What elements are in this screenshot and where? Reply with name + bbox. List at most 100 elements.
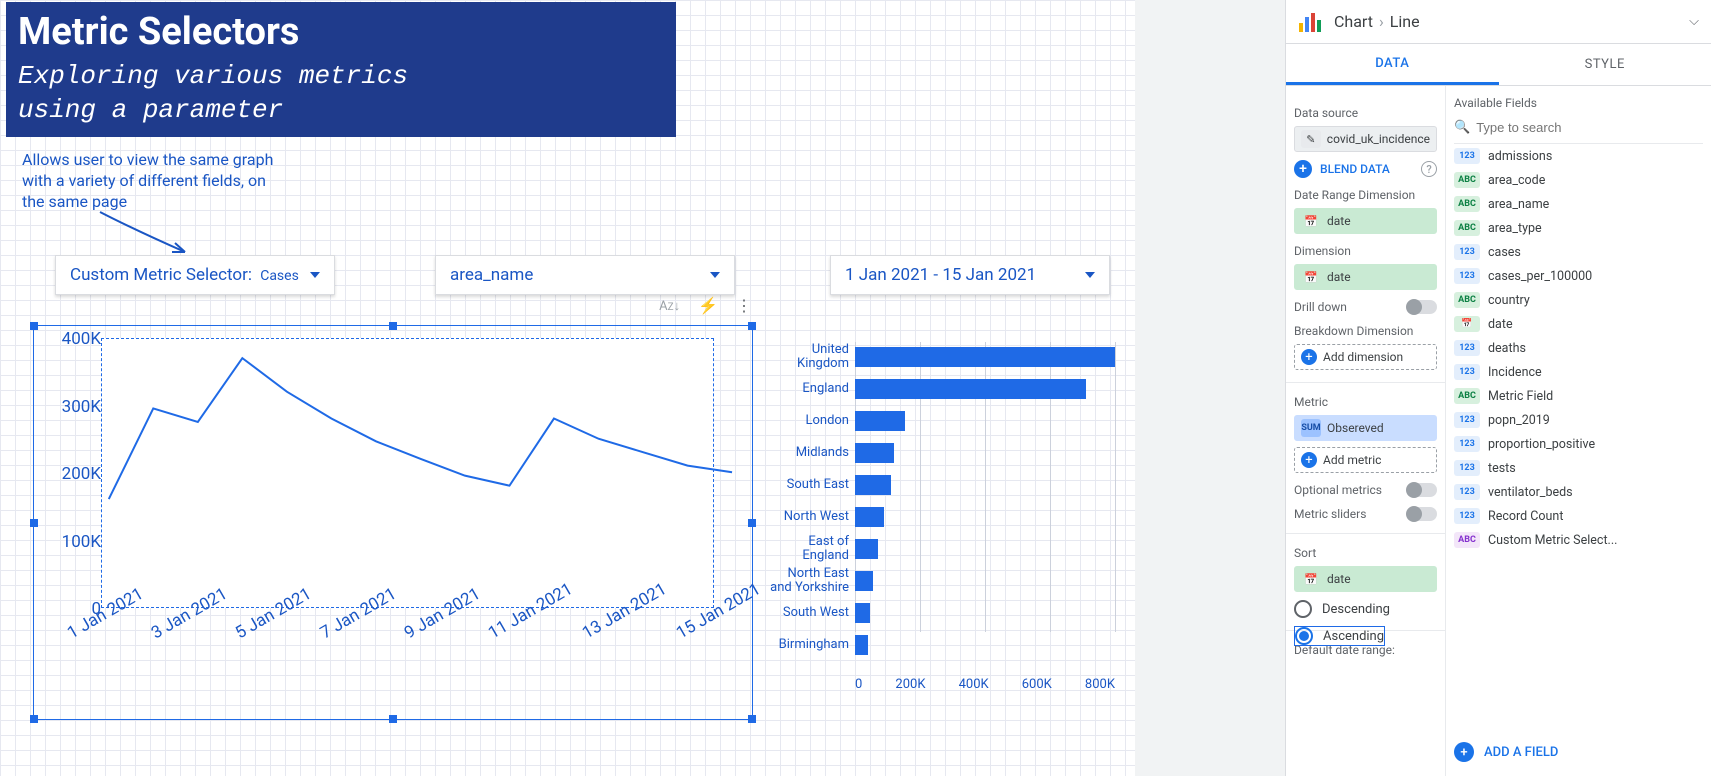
available-field[interactable]: 📅date [1454, 312, 1703, 336]
field-type-badge: 📅 [1454, 316, 1480, 332]
available-field[interactable]: ABC area_name [1454, 192, 1703, 216]
blend-data-button[interactable]: + BLEND DATA ? [1294, 160, 1437, 178]
field-name-label: proportion_positive [1488, 437, 1595, 452]
field-type-badge: 123 [1454, 340, 1480, 356]
date-range-dimension-chip[interactable]: 📅 date [1294, 208, 1437, 234]
field-name-label: area_type [1488, 221, 1542, 236]
bar-rect [855, 475, 891, 495]
metric-chip[interactable]: SUM Obsereved [1294, 415, 1437, 441]
available-field[interactable]: ABCCustom Metric Select... [1454, 528, 1703, 552]
bar-category-label: United Kingdom [765, 343, 855, 370]
bar-xtick-label: 200K [895, 677, 925, 692]
bar-rect [855, 379, 1086, 399]
line-chart-component[interactable]: AZ↓ ⚡ ⋮ 0100K200K300K400K 1 Jan 20213 Ja… [33, 325, 753, 720]
dropdown-label: Custom Metric Selector: Cases [70, 265, 299, 285]
annotation-arrow-icon [95, 210, 205, 260]
properties-panel: Chart›Line ⌵ DATA STYLE Data source ✎ co… [1285, 0, 1711, 776]
area-name-dropdown[interactable]: area_name [435, 255, 735, 295]
available-field[interactable]: 123Record Count [1454, 504, 1703, 528]
available-field[interactable]: 123deaths [1454, 336, 1703, 360]
optional-metrics-toggle[interactable] [1407, 483, 1437, 497]
radio-icon [1294, 600, 1312, 618]
calendar-icon: 📅 [1301, 570, 1321, 588]
add-dimension-button[interactable]: + Add dimension [1294, 344, 1437, 370]
report-canvas[interactable]: Metric Selectors Exploring various metri… [0, 0, 1135, 776]
drilldown-toggle[interactable] [1407, 300, 1437, 314]
available-field[interactable]: ABCMetric Field [1454, 384, 1703, 408]
tab-style[interactable]: STYLE [1499, 44, 1711, 85]
available-field[interactable]: 123proportion_positive [1454, 432, 1703, 456]
bar-rect [855, 507, 884, 527]
field-search-input[interactable] [1476, 120, 1703, 135]
available-field[interactable]: ABCcountry [1454, 288, 1703, 312]
available-field[interactable]: ABCarea_code [1454, 168, 1703, 192]
sort-chip[interactable]: 📅 date [1294, 566, 1437, 592]
available-field[interactable]: ABCarea_type [1454, 216, 1703, 240]
date-range-dropdown[interactable]: 1 Jan 2021 - 15 Jan 2021 [830, 255, 1110, 295]
field-type-badge: 123 [1454, 148, 1480, 164]
dimension-chip[interactable]: 📅 date [1294, 264, 1437, 290]
chart-type-icon [1298, 11, 1324, 33]
more-vert-icon[interactable]: ⋮ [736, 296, 752, 315]
field-type-badge: ABC [1454, 196, 1480, 212]
field-type-badge: 123 [1454, 244, 1480, 260]
sort-az-icon[interactable]: AZ↓ [659, 298, 680, 314]
field-type-badge: 123 [1454, 508, 1480, 524]
datasource-chip[interactable]: ✎ covid_uk_incidence [1294, 126, 1437, 152]
plus-circle-icon: + [1454, 742, 1474, 762]
metric-sliders-toggle[interactable] [1407, 507, 1437, 521]
available-field[interactable]: 123 admissions [1454, 144, 1703, 168]
field-type-badge: 123 [1454, 364, 1480, 380]
bar-chart-component[interactable]: United KingdomEnglandLondonMidlandsSouth… [765, 342, 1135, 702]
line-series [34, 326, 752, 719]
panel-header[interactable]: Chart›Line ⌵ [1286, 0, 1711, 44]
available-fields-column: Available Fields 🔍 123admissionsABCarea_… [1446, 86, 1711, 776]
aggregation-badge: SUM [1301, 419, 1321, 437]
chevron-down-icon [310, 272, 320, 278]
add-metric-button[interactable]: + Add metric [1294, 447, 1437, 473]
available-field[interactable]: 123popn_2019 [1454, 408, 1703, 432]
chevron-down-icon [1085, 272, 1095, 278]
sort-ascending-radio[interactable]: Ascending [1294, 626, 1385, 646]
available-field[interactable]: 123cases_per_100000 [1454, 264, 1703, 288]
bar-category-label: England [765, 382, 855, 396]
tab-data[interactable]: DATA [1286, 44, 1499, 85]
available-field[interactable]: 123 Incidence [1454, 360, 1703, 384]
bolt-icon[interactable]: ⚡ [698, 296, 718, 315]
sort-descending-radio[interactable]: Descending [1294, 600, 1437, 618]
canvas-gutter [1135, 0, 1285, 776]
breadcrumb: Chart›Line [1334, 12, 1420, 31]
dropdown-label: area_name [450, 265, 533, 285]
bar-rect [855, 411, 905, 431]
bar-rect [855, 635, 868, 655]
dropdown-label: 1 Jan 2021 - 15 Jan 2021 [845, 265, 1036, 285]
page-title: Metric Selectors [18, 10, 664, 54]
field-search[interactable]: 🔍 [1454, 116, 1703, 144]
field-type-badge: 123 [1454, 412, 1480, 428]
radio-icon [1295, 627, 1313, 645]
bar-category-label: North East and Yorkshire [765, 567, 855, 594]
bar-category-label: Birmingham [765, 638, 855, 652]
field-name-label: area_code [1488, 173, 1545, 188]
bar-rect [855, 603, 870, 623]
section-label: Drill down [1294, 300, 1347, 314]
section-label: Optional metrics [1294, 483, 1382, 497]
field-name-label: admissions [1488, 149, 1552, 164]
bar-category-label: South West [765, 606, 855, 620]
custom-metric-selector-dropdown[interactable]: Custom Metric Selector: Cases [55, 255, 335, 295]
chevron-down-icon[interactable]: ⌵ [1689, 14, 1699, 29]
add-field-button[interactable]: + ADD A FIELD [1454, 732, 1703, 766]
bar-xtick-label: 400K [959, 677, 989, 692]
bar-xtick-label: 600K [1022, 677, 1052, 692]
available-field[interactable]: 123tests [1454, 456, 1703, 480]
field-name-label: area_name [1488, 197, 1549, 212]
field-type-badge: 123 [1454, 460, 1480, 476]
field-name-label: country [1488, 293, 1530, 308]
available-field[interactable]: 123cases [1454, 240, 1703, 264]
calendar-icon: 📅 [1301, 212, 1321, 230]
field-type-badge: 123 [1454, 484, 1480, 500]
help-icon[interactable]: ? [1421, 161, 1437, 177]
available-field[interactable]: 123ventilator_beds [1454, 480, 1703, 504]
page-subtitle: Exploring various metrics using a parame… [18, 60, 664, 128]
field-name-label: Incidence [1488, 365, 1542, 380]
